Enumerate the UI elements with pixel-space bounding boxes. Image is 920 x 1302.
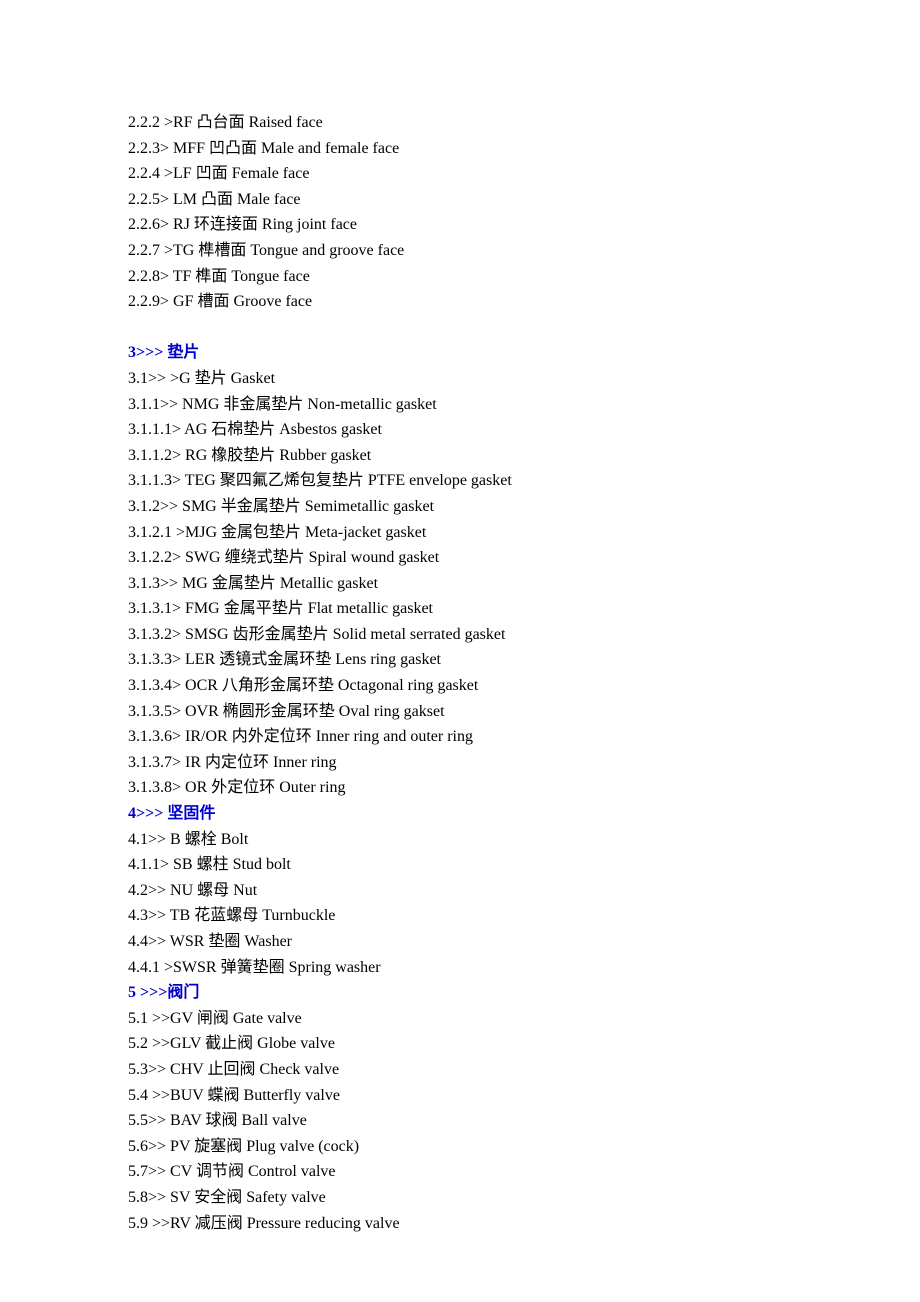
section-heading: 3>>> 垫片 [128, 340, 920, 366]
text-line: 3.1.2.1 >MJG 金属包垫片 Meta-jacket gasket [128, 520, 920, 546]
text-line: 4.3>> TB 花蓝螺母 Turnbuckle [128, 903, 920, 929]
section-heading: 4>>> 坚固件 [128, 801, 920, 827]
text-line: 5.4 >>BUV 蝶阀 Butterfly valve [128, 1083, 920, 1109]
text-line: 3.1.3.2> SMSG 齿形金属垫片 Solid metal serrate… [128, 622, 920, 648]
text-line: 3.1.3.3> LER 透镜式金属环垫 Lens ring gasket [128, 647, 920, 673]
text-line: 3.1.1.1> AG 石棉垫片 Asbestos gasket [128, 417, 920, 443]
text-line: 3.1.2>> SMG 半金属垫片 Semimetallic gasket [128, 494, 920, 520]
text-line: 2.2.5> LM 凸面 Male face [128, 187, 920, 213]
text-line: 5.5>> BAV 球阀 Ball valve [128, 1108, 920, 1134]
text-line: 4.4.1 >SWSR 弹簧垫圈 Spring washer [128, 955, 920, 981]
text-line: 3.1.3>> MG 金属垫片 Metallic gasket [128, 571, 920, 597]
text-line: 4.2>> NU 螺母 Nut [128, 878, 920, 904]
section-heading: 5 >>>阀门 [128, 980, 920, 1006]
text-line: 2.2.2 >RF 凸台面 Raised face [128, 110, 920, 136]
text-line: 3.1.3.4> OCR 八角形金属环垫 Octagonal ring gask… [128, 673, 920, 699]
blank-line [128, 315, 920, 341]
text-line: 5.8>> SV 安全阀 Safety valve [128, 1185, 920, 1211]
text-line: 4.4>> WSR 垫圈 Washer [128, 929, 920, 955]
text-line: 3.1.3.8> OR 外定位环 Outer ring [128, 775, 920, 801]
text-line: 5.2 >>GLV 截止阀 Globe valve [128, 1031, 920, 1057]
text-line: 3.1.1.2> RG 橡胶垫片 Rubber gasket [128, 443, 920, 469]
text-line: 3.1>> >G 垫片 Gasket [128, 366, 920, 392]
text-line: 3.1.1.3> TEG 聚四氟乙烯包复垫片 PTFE envelope gas… [128, 468, 920, 494]
text-line: 2.2.7 >TG 榫槽面 Tongue and groove face [128, 238, 920, 264]
text-line: 5.1 >>GV 闸阀 Gate valve [128, 1006, 920, 1032]
text-line: 3.1.3.7> IR 内定位环 Inner ring [128, 750, 920, 776]
text-line: 2.2.3> MFF 凹凸面 Male and female face [128, 136, 920, 162]
text-line: 3.1.1>> NMG 非金属垫片 Non-metallic gasket [128, 392, 920, 418]
text-line: 2.2.9> GF 槽面 Groove face [128, 289, 920, 315]
text-line: 3.1.3.5> OVR 椭圆形金属环垫 Oval ring gakset [128, 699, 920, 725]
text-line: 2.2.4 >LF 凹面 Female face [128, 161, 920, 187]
text-line: 5.3>> CHV 止回阀 Check valve [128, 1057, 920, 1083]
text-line: 3.1.3.1> FMG 金属平垫片 Flat metallic gasket [128, 596, 920, 622]
text-line: 2.2.6> RJ 环连接面 Ring joint face [128, 212, 920, 238]
text-line: 5.7>> CV 调节阀 Control valve [128, 1159, 920, 1185]
text-line: 5.6>> PV 旋塞阀 Plug valve (cock) [128, 1134, 920, 1160]
text-line: 4.1.1> SB 螺柱 Stud bolt [128, 852, 920, 878]
text-line: 3.1.2.2> SWG 缠绕式垫片 Spiral wound gasket [128, 545, 920, 571]
document-page: 2.2.2 >RF 凸台面 Raised face2.2.3> MFF 凹凸面 … [0, 0, 920, 1302]
text-line: 4.1>> B 螺栓 Bolt [128, 827, 920, 853]
text-line: 2.2.8> TF 榫面 Tongue face [128, 264, 920, 290]
text-line: 5.9 >>RV 减压阀 Pressure reducing valve [128, 1211, 920, 1237]
text-line: 3.1.3.6> IR/OR 内外定位环 Inner ring and oute… [128, 724, 920, 750]
